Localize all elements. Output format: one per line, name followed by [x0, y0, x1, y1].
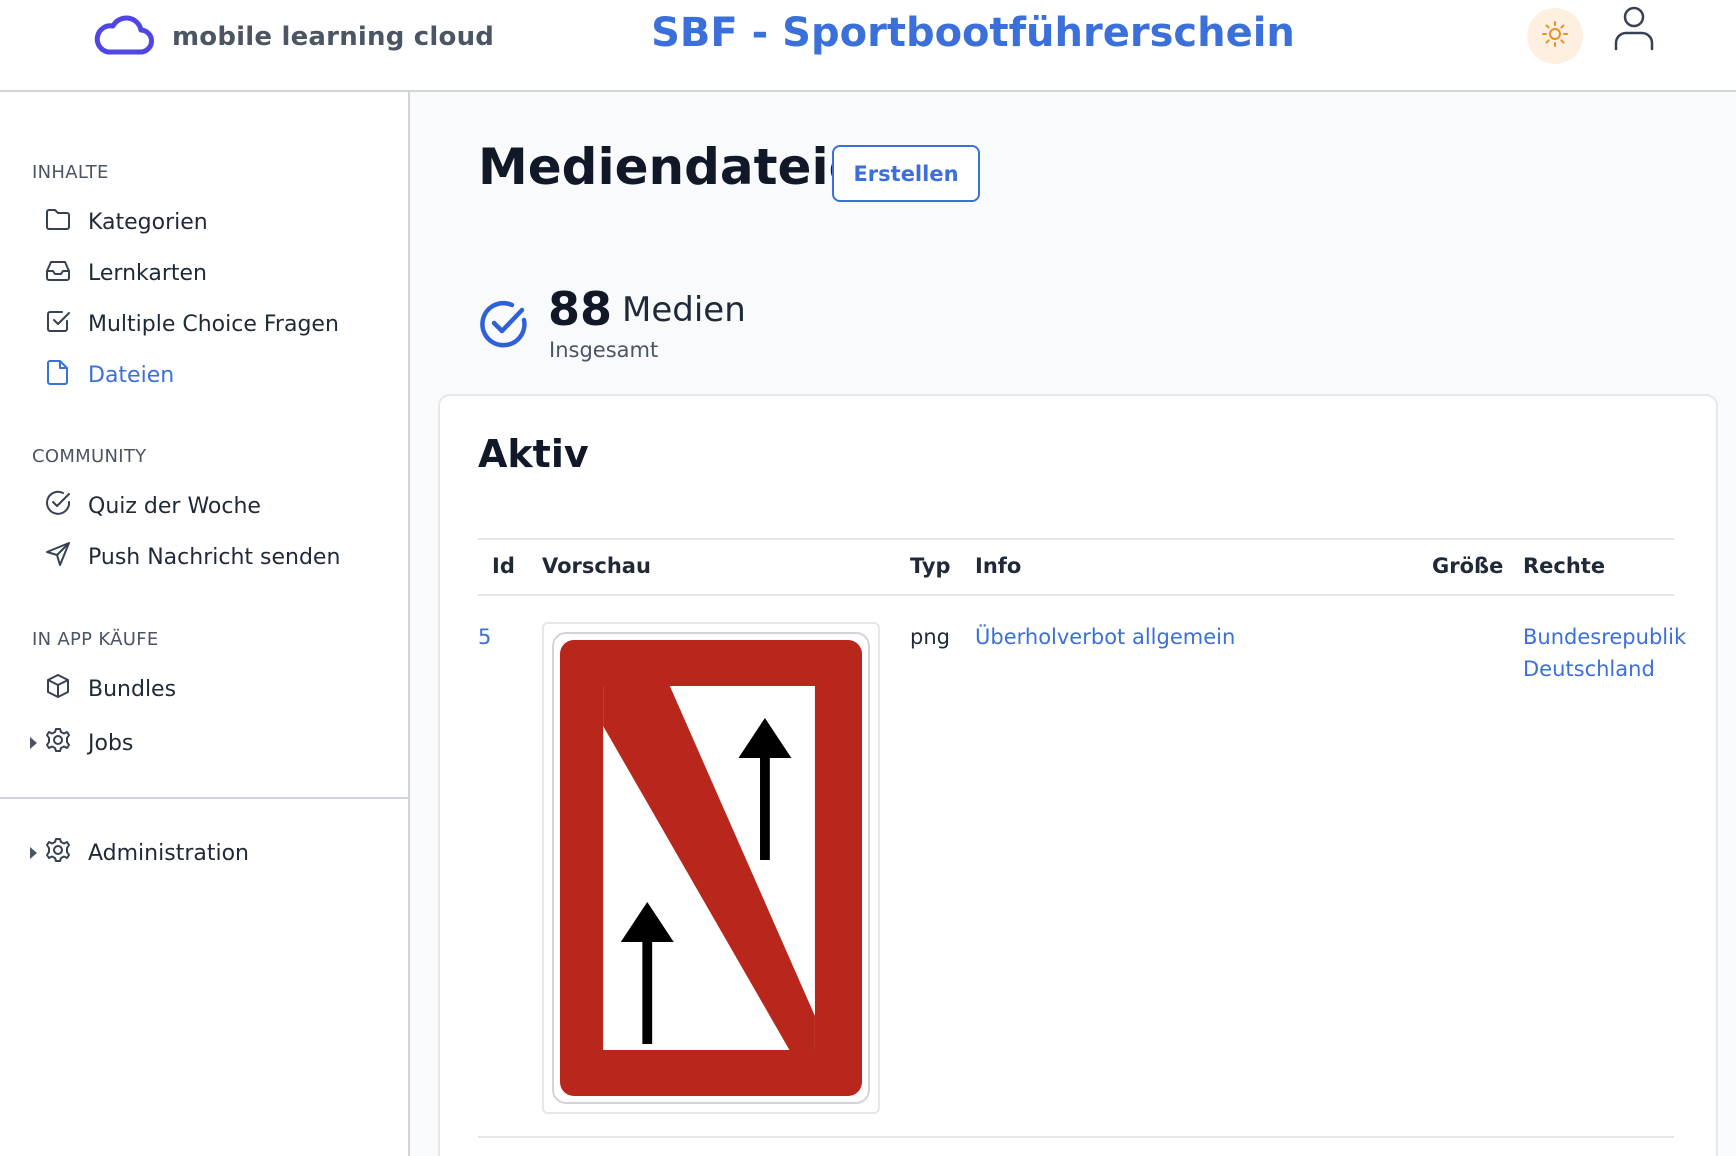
- rights-line: Deutschland: [1523, 657, 1655, 681]
- sidebar-item-administration[interactable]: Administration: [30, 835, 249, 871]
- media-count-unit: Medien: [622, 290, 746, 330]
- rights-line: Bundesrepublik: [1523, 625, 1687, 649]
- column-header-preview[interactable]: Vorschau: [542, 554, 651, 578]
- sidebar-item-label: Bundles: [88, 676, 177, 702]
- user-menu-button[interactable]: [1612, 6, 1656, 54]
- checkbox-icon: [44, 307, 72, 341]
- sidebar-item-jobs[interactable]: Jobs: [30, 725, 134, 761]
- sun-icon: [1541, 20, 1569, 52]
- cube-icon: [44, 672, 72, 706]
- column-header-id[interactable]: Id: [492, 554, 515, 578]
- gear-icon: [44, 836, 72, 870]
- sidebar-item-label: Kategorien: [88, 209, 208, 235]
- sidebar-item-label: Jobs: [88, 730, 134, 756]
- sidebar-divider: [0, 797, 408, 799]
- inbox-icon: [44, 256, 72, 290]
- sidebar-item-label: Multiple Choice Fragen: [88, 311, 339, 337]
- sidebar: INHALTE Kategorien Lernkarten Multiple C…: [0, 92, 410, 1156]
- active-media-card: Aktiv Id Vorschau Typ Info Größe Rechte …: [438, 394, 1718, 1156]
- column-header-size[interactable]: Größe: [1432, 554, 1503, 578]
- sidebar-item-lernkarten[interactable]: Lernkarten: [44, 255, 207, 291]
- send-icon: [44, 540, 72, 574]
- media-count-label: Insgesamt: [549, 338, 659, 362]
- sidebar-item-multiple-choice[interactable]: Multiple Choice Fragen: [44, 306, 339, 342]
- sidebar-item-bundles[interactable]: Bundles: [44, 671, 176, 707]
- user-icon: [1612, 5, 1656, 55]
- theme-toggle-button[interactable]: [1527, 8, 1583, 64]
- table-divider: [478, 538, 1674, 540]
- section-label-inhalte: INHALTE: [32, 162, 109, 183]
- row-info-link[interactable]: Überholverbot allgemein: [975, 621, 1235, 653]
- sidebar-item-label: Dateien: [88, 362, 175, 388]
- sidebar-item-push[interactable]: Push Nachricht senden: [44, 539, 340, 575]
- card-title: Aktiv: [478, 432, 589, 476]
- table-divider: [478, 1136, 1674, 1138]
- table-header-divider: [478, 594, 1674, 596]
- column-header-info[interactable]: Info: [975, 554, 1021, 578]
- sidebar-item-label: Lernkarten: [88, 260, 207, 286]
- row-rights-link[interactable]: Bundesrepublik Deutschland: [1523, 621, 1686, 685]
- main-content: Mediendateien Erstellen 88 Medien Insges…: [410, 92, 1736, 1156]
- overtaking-prohibited-sign-image: [552, 632, 870, 1104]
- section-label-community: COMMUNITY: [32, 446, 147, 467]
- sidebar-item-dateien[interactable]: Dateien: [44, 357, 174, 393]
- sidebar-item-kategorien[interactable]: Kategorien: [44, 204, 208, 240]
- media-count: 88: [548, 282, 613, 336]
- column-header-type[interactable]: Typ: [910, 554, 951, 578]
- sidebar-item-label: Push Nachricht senden: [88, 544, 341, 570]
- app-title: SBF - Sportbootführerschein: [651, 10, 1295, 56]
- folder-icon: [44, 205, 72, 239]
- gear-icon: [44, 726, 72, 760]
- top-header: mobile learning cloud SBF - Sportbootfüh…: [0, 0, 1736, 92]
- sidebar-item-label: Administration: [88, 840, 249, 866]
- column-header-rights[interactable]: Rechte: [1523, 554, 1605, 578]
- media-preview[interactable]: [542, 622, 880, 1114]
- create-button[interactable]: Erstellen: [832, 145, 980, 202]
- row-type: png: [910, 625, 950, 649]
- check-circle-icon: [44, 489, 72, 523]
- expand-caret-icon[interactable]: [30, 847, 37, 859]
- expand-caret-icon[interactable]: [30, 737, 37, 749]
- file-icon: [44, 358, 72, 392]
- row-id-link[interactable]: 5: [478, 621, 491, 653]
- sidebar-item-label: Quiz der Woche: [88, 493, 261, 519]
- check-circle-icon: [478, 298, 530, 350]
- sidebar-item-quiz[interactable]: Quiz der Woche: [44, 488, 261, 524]
- section-label-in-app-kaeufe: IN APP KÄUFE: [32, 629, 159, 650]
